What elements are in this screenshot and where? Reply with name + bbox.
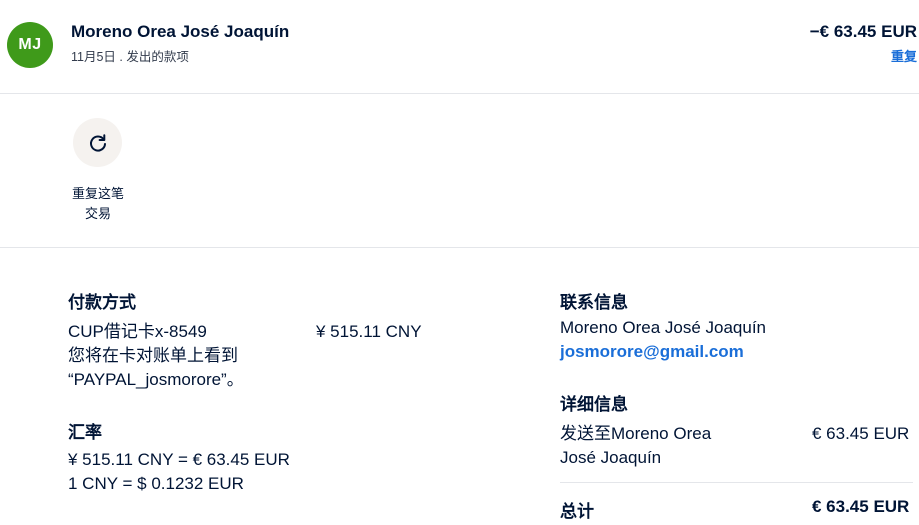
card-name: CUP借记卡x-8549 (68, 322, 207, 341)
statement-descriptor: “PAYPAL_josmorore”。 (68, 370, 244, 389)
divider (0, 247, 919, 248)
details-amount: € 63.45 EUR (812, 424, 910, 443)
transaction-amount: −€ 63.45 EUR (809, 22, 917, 41)
repeat-transaction-button[interactable] (73, 118, 122, 167)
transaction-date-type: 11月5日 . 发出的款项 (71, 50, 189, 64)
transaction-detail-page: MJ Moreno Orea José Joaquín 11月5日 . 发出的款… (0, 0, 919, 525)
total-label: 总计 (560, 502, 594, 521)
total-amount: € 63.45 EUR (812, 497, 910, 516)
refresh-icon (89, 133, 106, 152)
repeat-label-line: 交易 (84, 206, 111, 221)
statement-note: 您将在卡对账单上看到 (68, 346, 238, 365)
contact-name: Moreno Orea José Joaquín (560, 318, 767, 337)
merchant-name: Moreno Orea José Joaquín (71, 22, 290, 41)
repeat-link[interactable]: 重复 (891, 46, 917, 65)
exchange-rate-heading: 汇率 (68, 423, 102, 442)
repeat-transaction-label[interactable]: 重复这笔 交易 (58, 184, 138, 224)
payment-method-heading: 付款方式 (68, 293, 136, 312)
avatar: MJ (7, 22, 53, 68)
details-heading: 详细信息 (560, 395, 628, 414)
contact-heading: 联系信息 (560, 293, 628, 312)
exchange-rate-conversion: ¥ 515.11 CNY = € 63.45 EUR (68, 450, 290, 469)
contact-email-link[interactable]: josmorore@gmail.com (560, 340, 744, 364)
card-amount: ¥ 515.11 CNY (316, 322, 422, 341)
sent-to-line: José Joaquín (560, 448, 662, 467)
exchange-rate-unit: 1 CNY = $ 0.1232 EUR (68, 474, 244, 493)
divider (560, 482, 913, 483)
sent-to-line: 发送至Moreno Orea (560, 424, 712, 443)
repeat-label-line: 重复这笔 (71, 186, 124, 201)
divider (0, 93, 919, 94)
